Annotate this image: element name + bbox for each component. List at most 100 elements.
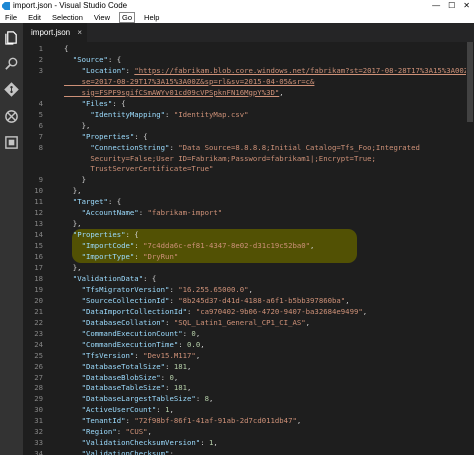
code-text: "ImportCode": "7c4dda6c-ef81-4347-8e02-d… (64, 241, 315, 251)
tab-label: import.json (31, 28, 71, 37)
code-line[interactable]: 4 "Files": { (23, 99, 474, 109)
code-line[interactable]: 28 "DatabaseTableSize": 181, (23, 383, 474, 393)
git-icon[interactable] (4, 82, 19, 97)
line-number: 19 (34, 284, 43, 294)
search-icon[interactable] (4, 56, 19, 71)
scrollbar-thumb[interactable] (467, 42, 473, 122)
code-line[interactable]: 32 "Region": "CUS", (23, 427, 474, 437)
code-line[interactable]: 21 "DataImportCollectionId": "ca970402-9… (23, 307, 474, 317)
json-string: "Dev15.M117" (143, 350, 196, 360)
json-punctuation (64, 143, 90, 152)
json-punctuation: : { (134, 131, 148, 141)
code-line[interactable]: se=2017-08-29T17%3A15%3A00Z&sp=rl&sv=201… (23, 77, 474, 87)
code-line[interactable]: 11 "Target": { (23, 197, 474, 207)
json-punctuation: , (345, 295, 350, 305)
json-punctuation: : (165, 383, 174, 393)
line-number: 5 (38, 109, 43, 119)
json-punctuation: , (279, 87, 284, 97)
code-line[interactable]: 8 "ConnectionString": "Data Source=8.8.8… (23, 143, 474, 153)
json-string: "DryRun" (143, 252, 179, 262)
menu-help[interactable]: Help (142, 12, 161, 23)
code-line[interactable]: 23 "CommandExecutionCount": 0, (23, 329, 474, 339)
menu-edit[interactable]: Edit (26, 12, 43, 23)
json-number: 0.0 (187, 339, 201, 349)
code-line[interactable]: 5 "IdentityMapping": "IdentityMap.csv" (23, 110, 474, 120)
code-text: "DatabaseLargestTableSize": 8, (64, 394, 214, 404)
code-line[interactable]: 30 "ActiveUserCount": 1, (23, 405, 474, 415)
files-icon[interactable] (4, 30, 19, 45)
line-number: 12 (34, 208, 43, 218)
code-line[interactable]: 31 "TenantId": "72f98bf-86f1-41af-91ab-2… (23, 416, 474, 426)
code-line[interactable]: 13 }, (23, 219, 474, 229)
code-line[interactable]: 20 "SourceCollectionId": "8b245d37-d41d-… (23, 296, 474, 306)
code-line[interactable]: 3 "Location": "https://fabrikam.blob.cor… (23, 66, 474, 76)
code-text: "ActiveUserCount": 1, (64, 405, 174, 415)
json-punctuation (64, 362, 82, 371)
code-line[interactable]: 18 "ValidationData": { (23, 274, 474, 284)
json-punctuation (64, 110, 90, 119)
code-line[interactable]: 17 }, (23, 263, 474, 273)
code-line[interactable]: sig=FSPF9sgifCSmAWYv01cd09cVPSpknFN16Mgp… (23, 88, 474, 98)
minimize-button[interactable]: — (432, 0, 440, 12)
close-window-button[interactable]: ✕ (463, 0, 470, 12)
line-number: 29 (34, 394, 43, 404)
json-key: "DatabaseTableSize" (81, 383, 166, 393)
line-number: 3 (38, 65, 43, 75)
code-line[interactable]: 26 "DatabaseTotalSize": 181, (23, 362, 474, 372)
json-punctuation: : (165, 109, 174, 119)
json-punctuation (64, 296, 82, 305)
json-key: "ImportType" (81, 252, 135, 262)
menu-file[interactable]: File (3, 12, 19, 23)
json-punctuation: : { (143, 273, 157, 283)
tab-import-json[interactable]: import.json × (23, 23, 87, 42)
code-line[interactable]: 34 "ValidationChecksum": (23, 449, 474, 455)
json-punctuation: : { (125, 230, 139, 240)
code-line[interactable]: 15 "ImportCode": "7c4dda6c-ef81-4347-8e0… (23, 241, 474, 251)
code-line[interactable]: 6 }, (23, 121, 474, 131)
json-punctuation (64, 405, 82, 414)
code-line[interactable]: 22 "DatabaseCollation": "SQL_Latin1_Gene… (23, 318, 474, 328)
debug-icon[interactable] (4, 109, 19, 124)
json-key: "Properties" (81, 131, 135, 141)
json-punctuation: : (116, 427, 126, 437)
code-line[interactable]: Security=False;User ID=Fabrikam;Password… (23, 154, 474, 164)
code-editor[interactable]: 1{2 "Source": {3 "Location": "https://fa… (23, 42, 474, 455)
code-line[interactable]: TrustServerCertificate=True" (23, 164, 474, 174)
json-key: "DataImportCollectionId" (81, 306, 188, 316)
code-line[interactable]: 14 "Properties": { (23, 230, 474, 240)
close-tab-icon[interactable]: × (77, 23, 82, 42)
code-line[interactable]: 2 "Source": { (23, 55, 474, 65)
extensions-icon[interactable] (4, 135, 19, 150)
code-line[interactable]: 10 }, (23, 186, 474, 196)
json-key: "DatabaseBlobSize" (81, 372, 161, 382)
code-line[interactable]: 1{ (23, 44, 474, 54)
code-line[interactable]: 16 "ImportType": "DryRun" (23, 252, 474, 262)
code-line[interactable]: 7 "Properties": { (23, 132, 474, 142)
menu-go[interactable]: Go (119, 12, 136, 23)
code-line[interactable]: 27 "DatabaseBlobSize": 0, (23, 373, 474, 383)
code-line[interactable]: 29 "DatabaseLargestTableSize": 8, (23, 394, 474, 404)
maximize-button[interactable]: ☐ (448, 0, 455, 12)
menu-view[interactable]: View (92, 12, 112, 23)
code-text: "ValidationChecksum": (64, 449, 174, 455)
code-line[interactable]: 19 "TfsMigratorVersion": "16.255.65000.0… (23, 285, 474, 295)
menu-selection[interactable]: Selection (50, 12, 85, 23)
code-line[interactable]: 33 "ValidationChecksumVersion": 1, (23, 438, 474, 448)
json-punctuation (64, 416, 82, 425)
code-text: "Location": "https://fabrikam.blob.core.… (64, 66, 473, 76)
line-number: 30 (34, 405, 43, 415)
editor-scrollbar[interactable] (466, 42, 474, 455)
json-punctuation (64, 383, 82, 392)
activity-bar (0, 23, 23, 455)
line-number: 28 (34, 383, 43, 393)
code-line[interactable]: 9 } (23, 175, 474, 185)
code-text: se=2017-08-29T17%3A15%3A00Z&sp=rl&sv=201… (64, 77, 315, 87)
code-line[interactable]: 24 "CommandExecutionTime": 0.0, (23, 340, 474, 350)
json-number: 181 (173, 361, 188, 371)
code-line[interactable]: 25 "TfsVersion": "Dev15.M117", (23, 351, 474, 361)
window-title: import.json - Visual Studio Code (13, 1, 128, 10)
json-key: "ActiveUserCount" (81, 405, 157, 415)
code-line[interactable]: 12 "AccountName": "fabrikam-import" (23, 208, 474, 218)
json-punctuation: : (165, 361, 174, 371)
json-punctuation: , (209, 394, 214, 404)
